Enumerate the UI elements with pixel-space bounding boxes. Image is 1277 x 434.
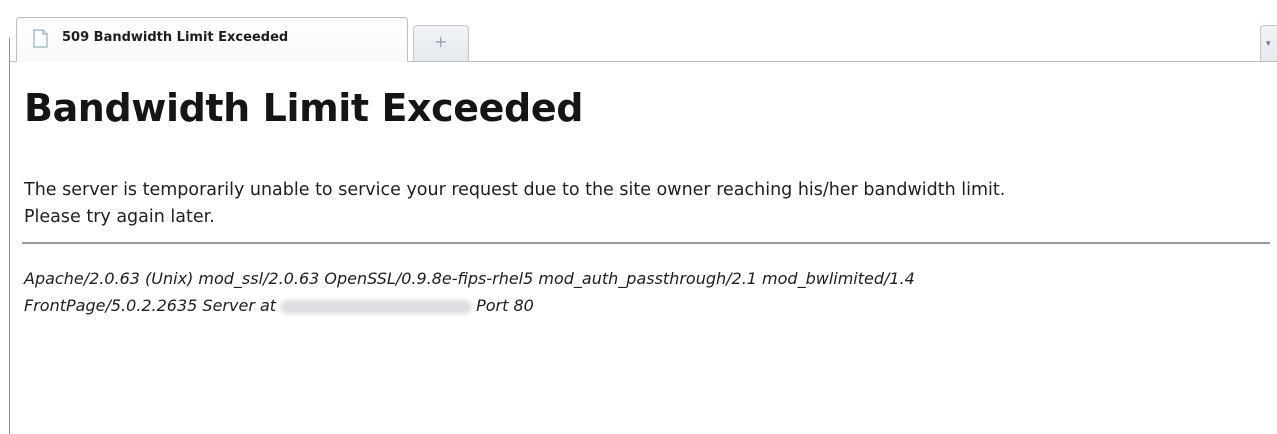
- server-signature: Apache/2.0.63 (Unix) mod_ssl/2.0.63 Open…: [24, 265, 1269, 319]
- error-message-line-1: The server is temporarily unable to serv…: [24, 180, 1006, 200]
- browser-window: 509 Bandwidth Limit Exceeded + ▾ Bandwid…: [0, 0, 1277, 434]
- tab-title: 509 Bandwidth Limit Exceeded: [62, 30, 289, 45]
- error-message-line-2: Please try again later.: [24, 207, 215, 227]
- page-icon: [33, 29, 48, 48]
- horizontal-rule: [22, 242, 1270, 244]
- error-message: The server is temporarily unable to serv…: [24, 177, 1269, 231]
- tab-active[interactable]: 509 Bandwidth Limit Exceeded: [16, 17, 408, 62]
- server-signature-port: Port 80: [476, 296, 534, 315]
- chevron-down-icon: ▾: [1266, 39, 1271, 49]
- new-tab-button[interactable]: +: [413, 25, 469, 62]
- viewport-left-border: [9, 38, 10, 434]
- server-signature-prefix: FrontPage/5.0.2.2635 Server at: [24, 296, 277, 315]
- tab-list-button[interactable]: ▾: [1260, 25, 1277, 62]
- server-signature-line-1: Apache/2.0.63 (Unix) mod_ssl/2.0.63 Open…: [24, 269, 915, 288]
- plus-icon: +: [434, 32, 448, 51]
- tab-strip: 509 Bandwidth Limit Exceeded + ▾: [0, 0, 1277, 62]
- server-signature-line-2: FrontPage/5.0.2.2635 Server at Port 80: [24, 292, 1269, 319]
- redacted-hostname: [280, 299, 473, 314]
- page-heading: Bandwidth Limit Exceeded: [24, 86, 584, 130]
